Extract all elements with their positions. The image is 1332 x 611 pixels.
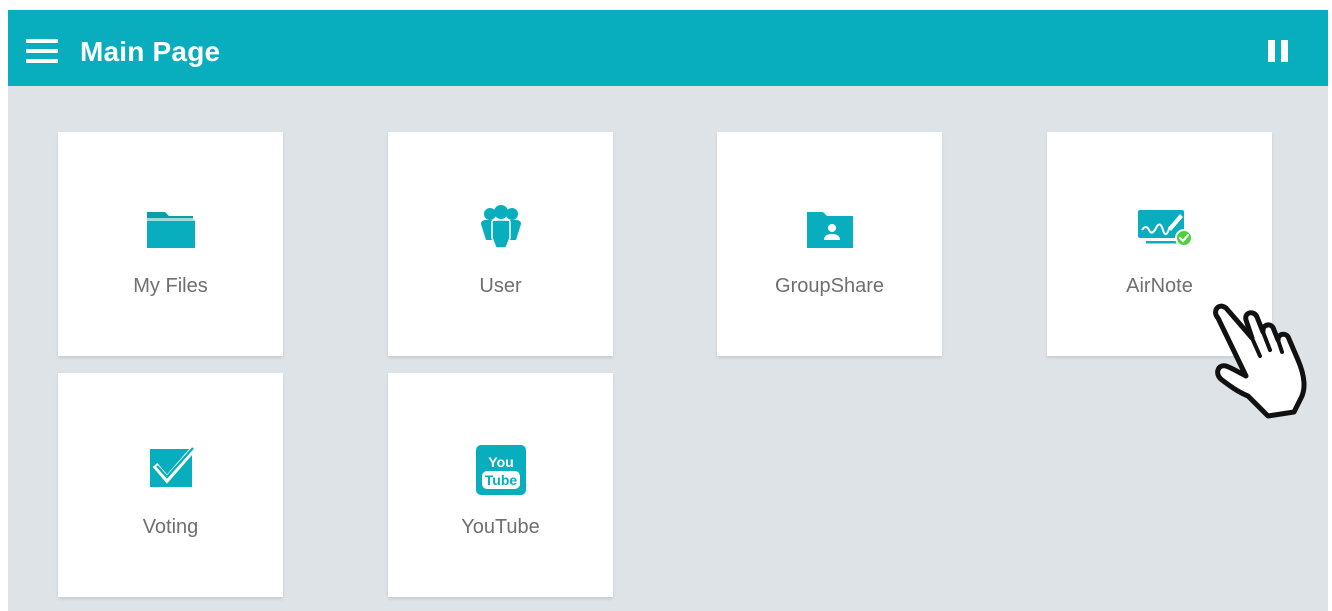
hamburger-menu-icon[interactable] [26, 39, 58, 63]
tile-label: Voting [142, 516, 199, 538]
shared-folder-icon [802, 204, 858, 252]
tile-voting[interactable]: Voting [58, 373, 283, 597]
airnote-icon [1132, 204, 1193, 252]
checkbox-icon [143, 445, 199, 493]
tile-label: YouTube [461, 516, 540, 538]
users-group-icon [473, 204, 529, 252]
tile-label: My Files [133, 275, 208, 297]
pause-icon[interactable] [1268, 40, 1290, 62]
tile-label: AirNote [1126, 275, 1193, 297]
app-window: Main Page My Files User GroupShare AirNo… [8, 10, 1328, 611]
tile-youtube[interactable]: You Tube YouTube [388, 373, 613, 597]
page-title: Main Page [80, 36, 221, 67]
tile-user[interactable]: User [388, 132, 613, 356]
tile-my-files[interactable]: My Files [58, 132, 283, 356]
top-app-bar: Main Page [8, 10, 1328, 86]
tile-airnote[interactable]: AirNote [1047, 132, 1272, 356]
tile-label: GroupShare [775, 275, 884, 297]
youtube-logo-tube: Tube [484, 472, 517, 488]
tile-label: User [479, 275, 522, 297]
folder-icon [143, 204, 199, 252]
tile-groupshare[interactable]: GroupShare [717, 132, 942, 356]
youtube-logo-you: You [488, 454, 513, 470]
youtube-icon: You Tube [473, 445, 529, 495]
